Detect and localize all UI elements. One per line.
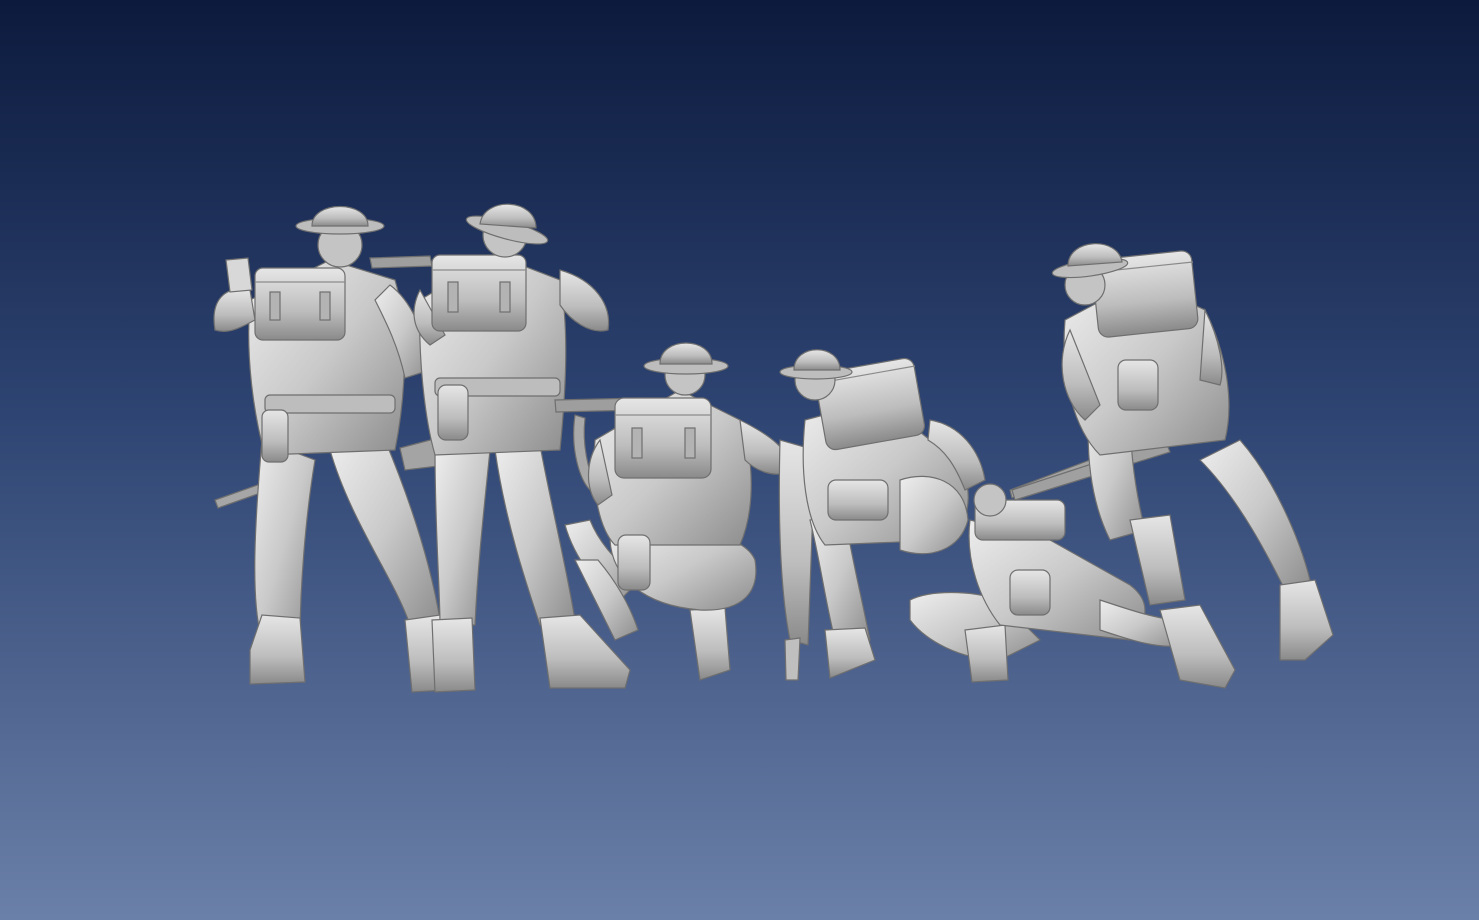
- sculpt-scene: [0, 0, 1479, 920]
- render-viewport: [0, 0, 1479, 920]
